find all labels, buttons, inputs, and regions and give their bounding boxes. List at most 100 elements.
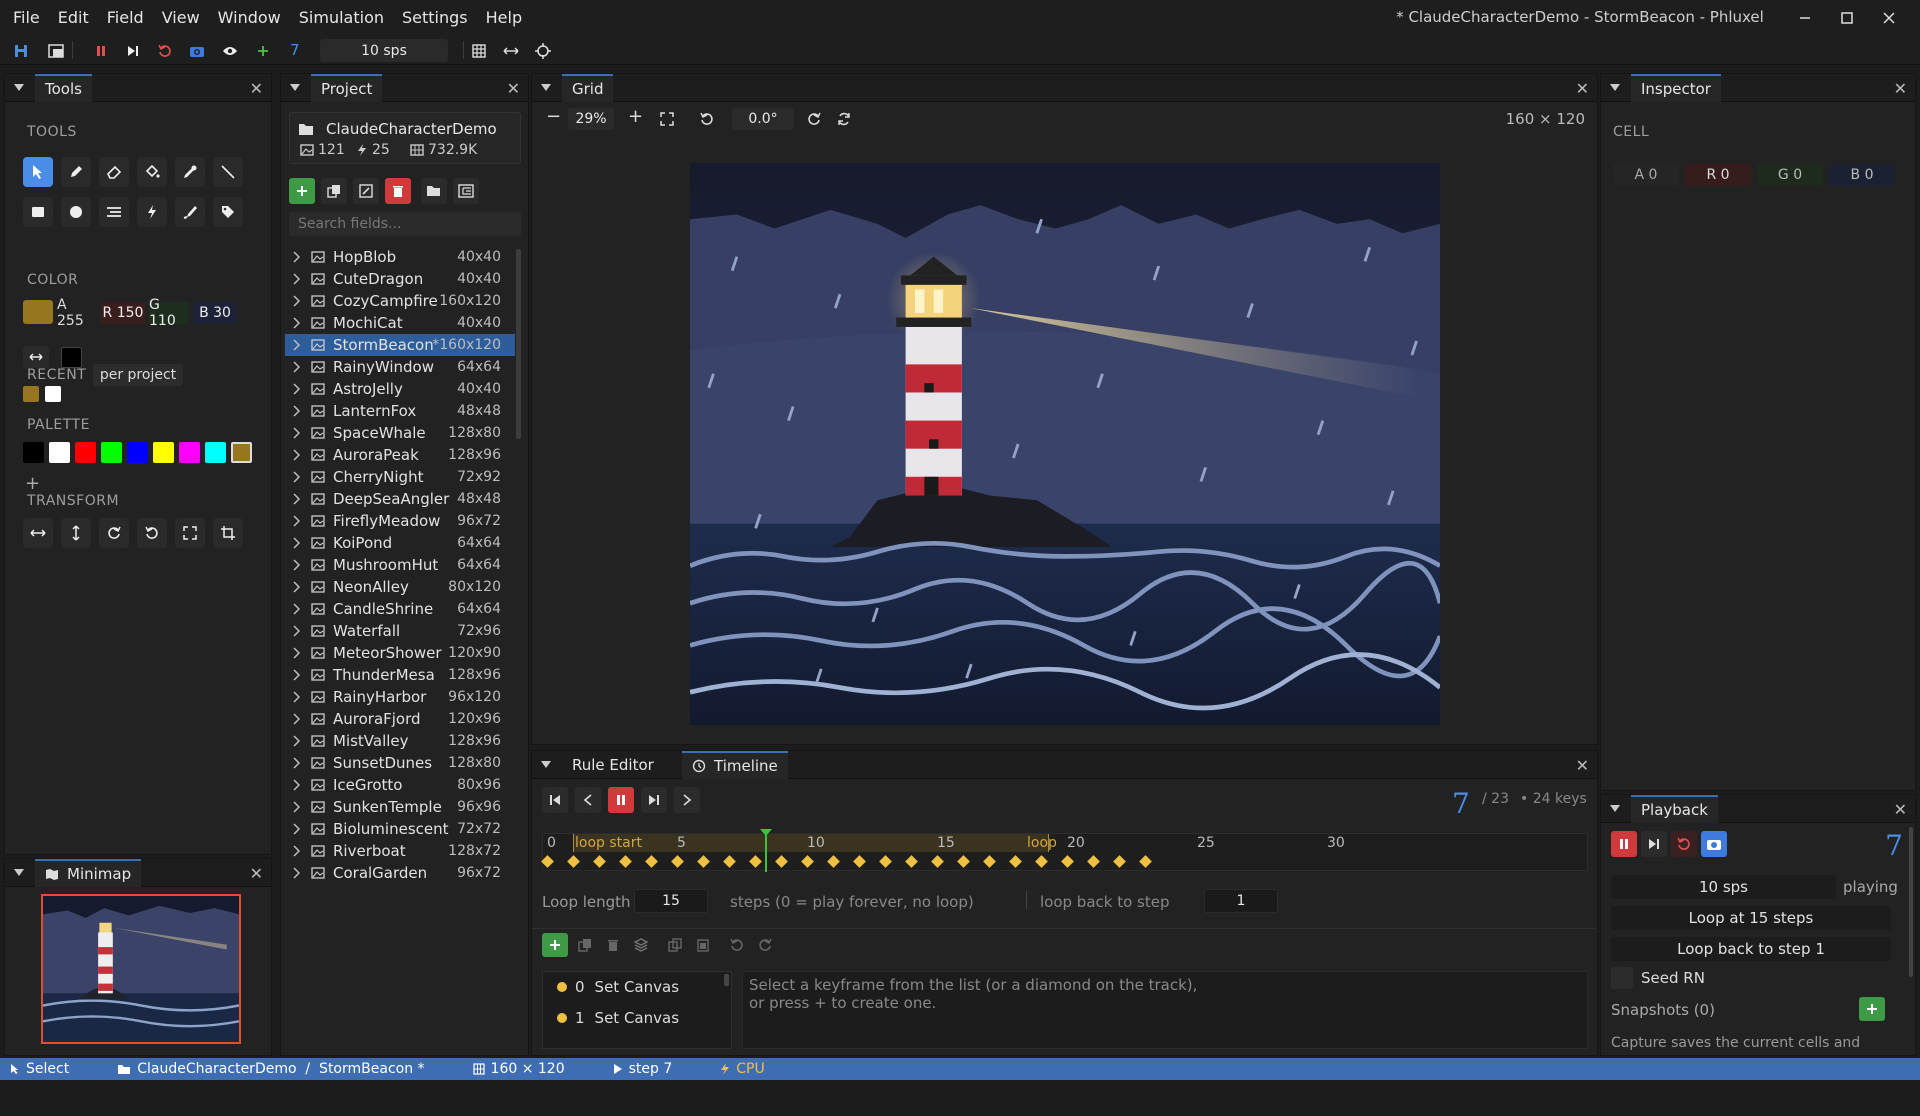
close-icon[interactable]: ✕	[1576, 79, 1589, 98]
chevron-right-icon[interactable]	[293, 427, 309, 439]
zoom-field[interactable]: 29%	[568, 108, 614, 130]
recent-color-swatch[interactable]	[45, 386, 61, 402]
chevron-right-icon[interactable]	[293, 251, 309, 263]
project-field-item[interactable]: RainyWindow 64x64	[285, 356, 515, 378]
zoom-out-icon[interactable]: −	[546, 106, 561, 127]
reset-icon[interactable]	[154, 40, 176, 62]
recent-color-swatch[interactable]	[23, 386, 39, 402]
save-icon[interactable]	[10, 40, 32, 62]
chevron-right-icon[interactable]	[293, 383, 309, 395]
add-keyframe-button[interactable]	[542, 933, 568, 957]
fit-width-icon[interactable]	[500, 40, 522, 62]
palette-swatch[interactable]	[75, 442, 96, 463]
keyframe-diamond[interactable]	[879, 855, 892, 868]
pause-icon[interactable]	[90, 40, 112, 62]
project-field-item[interactable]: MeteorShower 120x90	[285, 642, 515, 664]
chevron-right-icon[interactable]	[293, 361, 309, 373]
tab-timeline[interactable]: Timeline	[682, 751, 788, 779]
project-field-item[interactable]: IceGrotto 80x96	[285, 774, 515, 796]
close-icon[interactable]: ✕	[250, 79, 263, 98]
tab-inspector[interactable]: Inspector	[1631, 74, 1721, 102]
palette-swatch[interactable]	[231, 442, 252, 463]
gradient-tool-button[interactable]	[99, 197, 129, 227]
menu-edit[interactable]: Edit	[49, 0, 98, 35]
chevron-right-icon[interactable]	[293, 603, 309, 615]
project-field-item[interactable]: RainyHarbor 96x120	[285, 686, 515, 708]
project-field-item[interactable]: HopBlob 40x40	[285, 246, 515, 268]
add-palette-color-icon[interactable]: +	[25, 473, 40, 494]
fit-screen-icon[interactable]	[660, 112, 674, 126]
minimap-view[interactable]	[41, 894, 241, 1044]
project-list-scrollbar[interactable]	[516, 249, 521, 439]
panel-menu-icon[interactable]	[540, 758, 552, 770]
chevron-right-icon[interactable]	[293, 735, 309, 747]
add-icon[interactable]	[252, 40, 274, 62]
keyframe-diamond[interactable]	[775, 855, 788, 868]
keyframe-diamond[interactable]	[1087, 855, 1100, 868]
chevron-right-icon[interactable]	[293, 339, 309, 351]
seed-checkbox[interactable]	[1611, 967, 1633, 989]
keyframe-diamond[interactable]	[931, 855, 944, 868]
keyframe-diamond[interactable]	[697, 855, 710, 868]
project-field-item[interactable]: CherryNight 72x92	[285, 466, 515, 488]
playback-snapshot-button[interactable]	[1701, 831, 1727, 857]
project-field-item[interactable]: AuroraFjord 120x96	[285, 708, 515, 730]
keyframe-diamond[interactable]	[749, 855, 762, 868]
chevron-right-icon[interactable]	[293, 647, 309, 659]
chevron-right-icon[interactable]	[293, 669, 309, 681]
grid-icon[interactable]	[468, 40, 490, 62]
crosshair-icon[interactable]	[532, 40, 554, 62]
project-field-item[interactable]: AstroJelly 40x40	[285, 378, 515, 400]
chevron-right-icon[interactable]	[293, 295, 309, 307]
secondary-color-swatch[interactable]	[61, 347, 82, 368]
chevron-right-icon[interactable]	[293, 779, 309, 791]
palette-swatch[interactable]	[101, 442, 122, 463]
eraser-tool-button[interactable]	[99, 157, 129, 187]
redo-icon[interactable]	[752, 933, 778, 957]
chevron-right-icon[interactable]	[293, 515, 309, 527]
duplicate-keyframe-icon[interactable]	[572, 933, 598, 957]
playback-reset-button[interactable]	[1671, 831, 1697, 857]
project-field-item[interactable]: CandleShrine 64x64	[285, 598, 515, 620]
close-icon[interactable]: ✕	[1576, 756, 1589, 775]
project-field-item[interactable]: NeonAlley 80x120	[285, 576, 515, 598]
keyframe-diamond[interactable]	[983, 855, 996, 868]
panel-menu-icon[interactable]	[13, 866, 25, 878]
menu-help[interactable]: Help	[477, 0, 531, 35]
swap-colors-icon[interactable]	[23, 346, 49, 368]
project-field-item[interactable]: SunsetDunes 128x80	[285, 752, 515, 774]
red-value[interactable]: R 150	[101, 302, 145, 324]
next-step-button[interactable]	[674, 787, 700, 813]
loop-back-input[interactable]: 1	[1204, 889, 1278, 913]
palette-swatch[interactable]	[153, 442, 174, 463]
copy-icon[interactable]	[662, 933, 688, 957]
keyframe-list-item[interactable]: 0 Set Canvas	[543, 974, 723, 1000]
save-all-icon[interactable]	[45, 40, 67, 62]
palette-swatch[interactable]	[205, 442, 226, 463]
keyframe-diamond[interactable]	[541, 855, 554, 868]
tab-rule-editor[interactable]: Rule Editor	[562, 751, 664, 779]
keyframe-diamond[interactable]	[827, 855, 840, 868]
chevron-right-icon[interactable]	[293, 317, 309, 329]
undo-icon[interactable]	[724, 933, 750, 957]
menu-simulation[interactable]: Simulation	[290, 0, 393, 35]
keyframe-diamond[interactable]	[671, 855, 684, 868]
playback-speed-field[interactable]: 10 sps	[1611, 875, 1836, 899]
chevron-right-icon[interactable]	[293, 537, 309, 549]
project-field-item[interactable]: Bioluminescent 72x72	[285, 818, 515, 840]
rotate-left-icon[interactable]	[700, 112, 714, 126]
flip-vertical-icon[interactable]	[61, 518, 91, 548]
playhead-handle-icon[interactable]	[760, 829, 772, 837]
maximize-button[interactable]	[1826, 0, 1868, 35]
close-window-button[interactable]	[1868, 0, 1910, 35]
project-field-item[interactable]: CuteDragon 40x40	[285, 268, 515, 290]
step-forward-button[interactable]	[641, 787, 667, 813]
eyedropper-tool-button[interactable]	[175, 157, 205, 187]
chevron-right-icon[interactable]	[293, 471, 309, 483]
chevron-right-icon[interactable]	[293, 273, 309, 285]
green-value[interactable]: G 110	[149, 297, 189, 329]
keyframe-diamond[interactable]	[1061, 855, 1074, 868]
rectangle-tool-button[interactable]	[23, 197, 53, 227]
timeline-track[interactable]: loop start loop 0 5 10 15 20 25 30	[541, 829, 1588, 872]
blue-value[interactable]: B 30	[193, 302, 237, 324]
